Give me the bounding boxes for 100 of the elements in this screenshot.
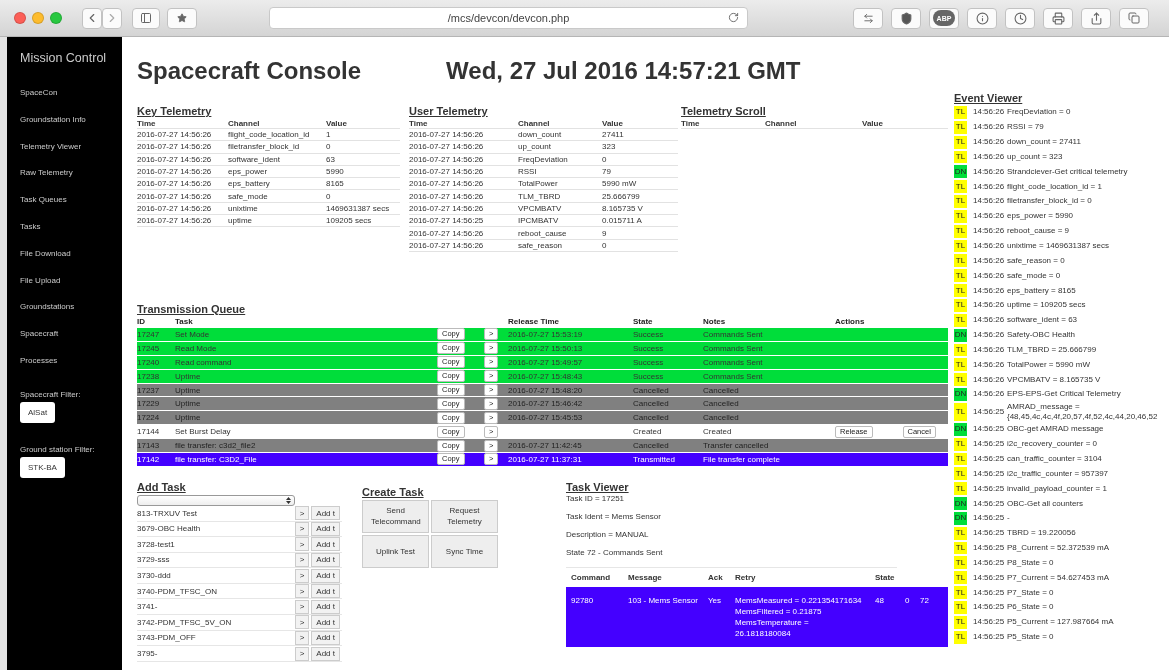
table-cell-text: 2016-07-27 14:56:26 (409, 142, 485, 152)
favorites-button[interactable] (167, 7, 197, 29)
table-cell-text: 2016-07-27 11:42:45 (508, 441, 583, 451)
sidebar-link[interactable]: Spacecraft (20, 329, 122, 356)
table-cell-text: Commands Sent (703, 357, 764, 367)
open-button[interactable]: > (294, 568, 310, 583)
event-badge: TL (954, 180, 967, 194)
open-button[interactable]: > (294, 615, 310, 630)
star-icon (177, 13, 187, 23)
filter-button[interactable]: STK-BA (20, 456, 65, 478)
table-cell-text: eps_power (228, 167, 269, 177)
forward-button[interactable] (102, 7, 122, 29)
column-header: Ack (708, 572, 724, 582)
table-cell-text: Cancelled (633, 413, 670, 423)
shield-icon (899, 11, 913, 25)
event-badge: TL (954, 601, 967, 614)
toolbar-button[interactable] (1005, 7, 1035, 29)
add-button[interactable]: Add t (311, 615, 340, 630)
event-text: P7_State = 0 (1007, 587, 1055, 598)
add-button[interactable]: Add t (311, 506, 340, 521)
table-cell-text: Transfer cancelled (703, 441, 770, 451)
address-bar[interactable]: /mcs/devcon/devcon.php (269, 7, 748, 29)
table-cell-text: Created (633, 427, 663, 437)
table-cell-text: File transfer complete (703, 454, 781, 464)
create-button[interactable]: Request Telemetry (431, 499, 498, 533)
add-button[interactable]: Add t (311, 568, 340, 583)
toolbar-button[interactable] (1043, 7, 1073, 29)
create-button[interactable]: Uplink Test (362, 534, 429, 568)
event-badge: TL (954, 402, 967, 421)
event-text: software_ident = 63 (1007, 315, 1079, 326)
filter-button[interactable]: AlSat (20, 401, 56, 423)
sidebar-link[interactable]: Telemetry Viewer (20, 141, 122, 169)
toolbar-button[interactable] (891, 7, 921, 29)
column-header: Value (602, 118, 624, 128)
updown-icon (286, 496, 291, 504)
sidebar-link[interactable]: Tasks (20, 222, 122, 249)
add-button[interactable]: Add t (311, 646, 340, 661)
open-button[interactable]: > (294, 537, 310, 552)
event-badge: DN (954, 328, 967, 342)
sidebar-link[interactable]: Task Queues (20, 195, 122, 222)
sidebar-button[interactable] (132, 7, 160, 29)
task-select[interactable] (137, 494, 295, 506)
reload-icon[interactable] (728, 12, 739, 23)
table-cell-text: 17229 (137, 399, 161, 409)
zoom-button[interactable] (50, 12, 62, 24)
event-text: P7_Current = 54.627453 mA (1007, 572, 1111, 583)
event-text: AMRAD_message = {48,45,4c,4c,4f,20,57,4f,52,4c,44,20,46,52 (1007, 401, 1159, 422)
event-text: P5_Current = 127.987664 mA (1007, 617, 1115, 628)
toolbar-button[interactable] (967, 7, 997, 29)
sidebar-link[interactable]: Processes (20, 355, 122, 383)
table-cell-text: 0 (326, 191, 332, 201)
table-cell-text: Success (633, 329, 665, 339)
event-text: unixtime = 1469631387 secs (1007, 241, 1111, 251)
toolbar-button[interactable] (1081, 7, 1111, 29)
task-name: 3742-PDM_TFSC_5V_ON (137, 617, 233, 627)
sidebar-link[interactable]: Groundstations (20, 302, 122, 330)
add-button[interactable]: Add t (311, 584, 340, 599)
sidebar-link[interactable]: File Upload (20, 275, 122, 303)
event-badge: TL (954, 556, 967, 570)
event-text: - (1007, 513, 1011, 524)
table-cell-text: Cancelled (703, 385, 740, 395)
column-header: Time (409, 118, 429, 128)
column-header: Task (175, 317, 194, 326)
add-button[interactable]: Add t (311, 537, 340, 552)
event-time: 14:56:26 (973, 300, 1006, 311)
close-button[interactable] (14, 12, 26, 24)
minimize-button[interactable] (32, 12, 44, 24)
event-time: 14:56:25 (973, 587, 1006, 598)
table-cell-text: 0 (602, 240, 608, 250)
table-cell-text: reboot_cause (518, 228, 568, 238)
open-button[interactable]: > (294, 584, 310, 599)
create-button[interactable]: Sync Time (431, 534, 498, 568)
event-badge: TL (954, 482, 967, 496)
create-button[interactable]: Send Telecommand (362, 499, 429, 533)
sidebar-link[interactable]: Raw Telemetry (20, 168, 122, 196)
open-button[interactable]: > (294, 506, 310, 521)
event-text: Safety-OBC Health (1007, 330, 1077, 341)
task-detail: State 72 - Commands Sent (566, 547, 664, 559)
back-button[interactable] (82, 7, 102, 29)
table-cell-text: 2016-07-27 15:46:42 (508, 399, 584, 409)
open-button[interactable]: > (294, 646, 310, 661)
open-button[interactable]: > (294, 599, 310, 614)
table-cell-text: Success (633, 343, 665, 353)
event-text: P5_State = 0 (1007, 632, 1055, 643)
table-cell-text: VPCMBATV (518, 203, 563, 213)
column-header: Channel (518, 118, 551, 128)
sidebar-icon (140, 12, 152, 24)
table-cell-text: 72 (920, 594, 930, 607)
event-badge: DN (954, 511, 967, 525)
table-cell-text: Set Burst Delay (175, 427, 232, 437)
task-name: 3729-sss (137, 555, 171, 565)
command-row[interactable]: 92780 103 - Mems Sensor Yes MemsMeasured = 0.221354171634 MemsFiltered = 0.21875 MemsTemperature = 26.1818180084 48 0 72 (566, 586, 948, 647)
event-text: flight_code_location_id = 1 (1007, 181, 1103, 192)
event-badge: TL (954, 571, 967, 585)
event-time: 14:56:25 (973, 424, 1006, 435)
sidebar-link[interactable]: File Download (20, 248, 122, 276)
sidebar-link[interactable]: Groundstation Info (20, 114, 122, 142)
table-cell-text: 103 - Mems Sensor (628, 594, 699, 607)
add-button[interactable]: Add t (311, 599, 340, 614)
sidebar-link[interactable]: SpaceCon (20, 88, 122, 115)
